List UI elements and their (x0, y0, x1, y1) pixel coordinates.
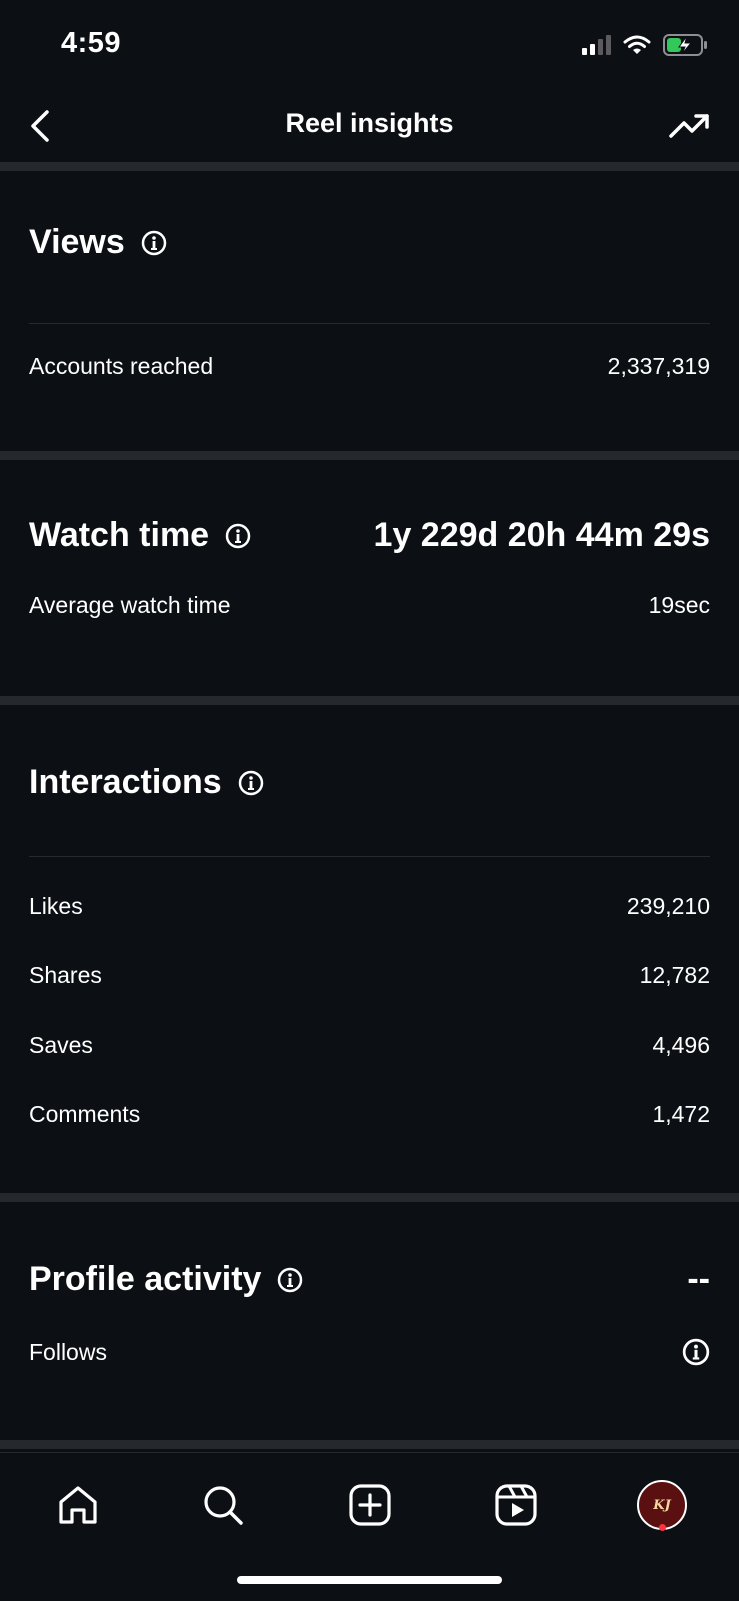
watch-time-title: Watch time (29, 516, 210, 554)
row-value: 239,210 (626, 893, 710, 919)
search-icon (204, 1486, 243, 1525)
row-label: Comments (29, 1101, 141, 1127)
row-label: Average watch time (29, 592, 231, 618)
header: Reel insights (0, 90, 739, 162)
section-separator (0, 1193, 739, 1202)
info-icon[interactable] (277, 1267, 303, 1293)
info-icon[interactable] (682, 1338, 710, 1366)
info-icon[interactable] (141, 230, 167, 256)
tab-home[interactable] (48, 1475, 108, 1535)
row-label: Follows (29, 1338, 107, 1365)
interactions-header: Interactions (29, 763, 710, 802)
watch-time-header: Watch time 1y 229d 20h 44m 29s (29, 516, 710, 555)
section-separator (0, 1440, 739, 1449)
status-time: 4:59 (61, 27, 122, 59)
tab-search[interactable] (193, 1475, 253, 1535)
status-bar: 4:59 (0, 0, 739, 90)
avatar-logo-text: KJ (653, 1497, 671, 1513)
interactions-section: Interactions Likes 239,210 Shares 12,782… (0, 705, 739, 1193)
status-icons (581, 30, 709, 60)
notification-dot (659, 1524, 666, 1531)
watch-time-row: Average watch time 19sec (29, 592, 710, 619)
divider (29, 856, 710, 857)
avatar: KJ (637, 1480, 687, 1530)
profile-activity-title: Profile activity (29, 1260, 262, 1298)
reels-icon (495, 1484, 537, 1526)
interactions-row-likes: Likes 239,210 (29, 893, 710, 920)
watch-time-section: Watch time 1y 229d 20h 44m 29s Average w… (0, 460, 739, 696)
page-title: Reel insights (285, 108, 454, 138)
divider (29, 323, 710, 324)
views-title: Views (29, 223, 125, 261)
profile-activity-header: Profile activity -- (29, 1260, 710, 1299)
tab-create[interactable] (340, 1475, 400, 1535)
row-label: Shares (29, 962, 102, 988)
row-value: 4,496 (652, 1032, 710, 1058)
interactions-row-comments: Comments 1,472 (29, 1101, 710, 1128)
row-label: Accounts reached (29, 353, 214, 379)
watch-time-total: 1y 229d 20h 44m 29s (373, 516, 710, 554)
interactions-title: Interactions (29, 763, 222, 801)
profile-activity-value: -- (687, 1260, 710, 1298)
tab-reels[interactable] (486, 1475, 546, 1535)
views-header: Views (29, 223, 710, 262)
trending-up-icon (669, 114, 709, 138)
home-indicator[interactable] (237, 1576, 502, 1584)
section-separator (0, 162, 739, 171)
row-value: 1,472 (652, 1101, 710, 1127)
wifi-icon (623, 35, 651, 54)
row-value: 2,337,319 (607, 353, 710, 379)
row-label: Likes (29, 893, 83, 919)
views-section: Views Accounts reached 2,337,319 (0, 171, 739, 451)
interactions-row-saves: Saves 4,496 (29, 1032, 710, 1059)
create-icon (349, 1484, 391, 1526)
battery-charging-icon (663, 34, 707, 56)
interactions-row-shares: Shares 12,782 (29, 962, 710, 989)
cellular-signal-icon (582, 35, 611, 55)
profile-activity-section: Profile activity -- Follows (0, 1202, 739, 1440)
info-icon[interactable] (238, 770, 264, 796)
row-value: 19sec (648, 592, 710, 618)
trending-button[interactable] (665, 104, 715, 148)
row-label: Saves (29, 1032, 93, 1058)
section-separator (0, 696, 739, 705)
home-icon (59, 1486, 97, 1524)
row-value: 12,782 (639, 962, 710, 988)
views-row: Accounts reached 2,337,319 (29, 353, 710, 380)
profile-activity-row-follows: Follows (29, 1338, 710, 1366)
section-separator (0, 451, 739, 460)
info-icon[interactable] (225, 523, 251, 549)
